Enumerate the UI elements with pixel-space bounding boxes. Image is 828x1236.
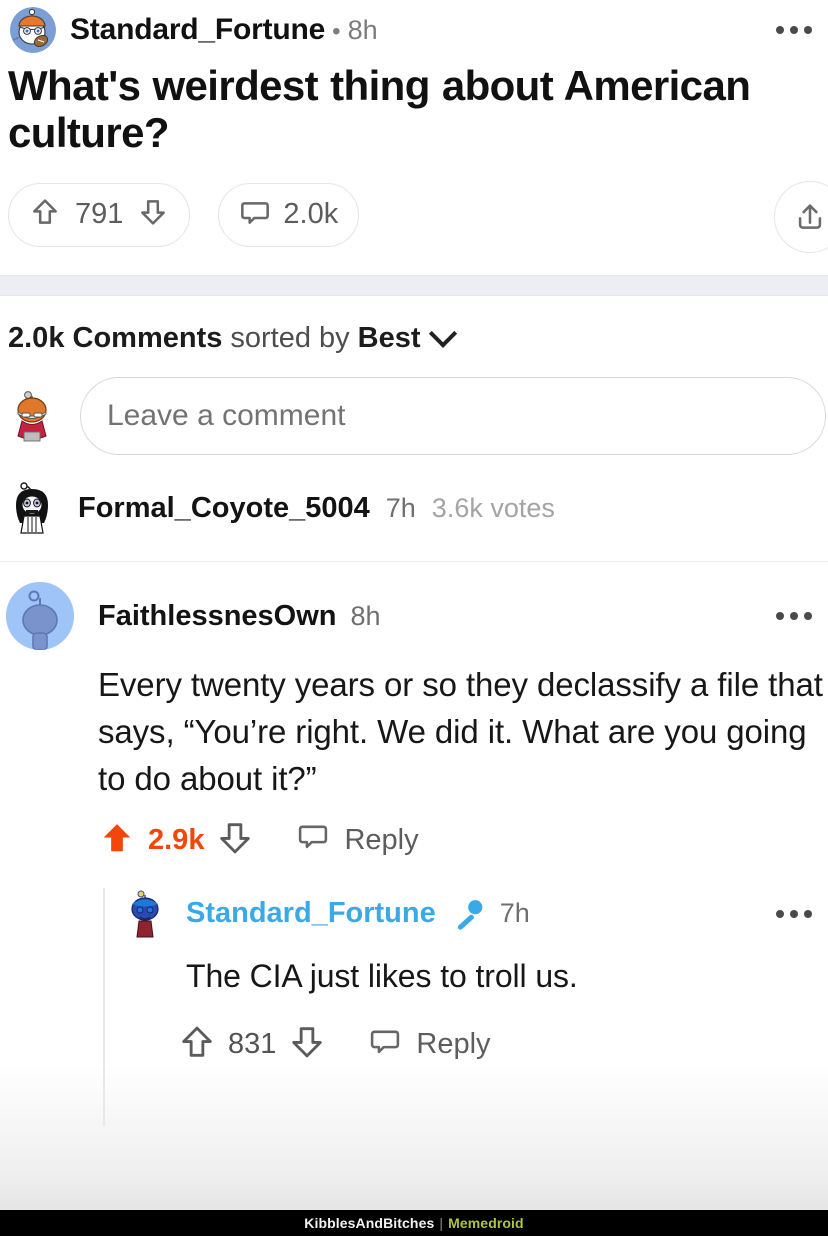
reddit-post-screen: Standard_Fortune • 8h What's weirdest th…	[0, 0, 828, 1236]
collapsed-comment-author[interactable]: Formal_Coyote_5004	[78, 492, 370, 525]
watermark-separator: |	[439, 1215, 444, 1231]
snoo-blue-hat-avatar[interactable]	[122, 888, 168, 940]
comments-sort-row: 2.0k Comments sorted by Best	[0, 296, 828, 355]
downvote-arrow-icon[interactable]	[288, 1023, 326, 1066]
reply-header: Standard_Fortune 7h	[122, 888, 828, 940]
reply-button[interactable]: Reply	[368, 1024, 491, 1066]
post-author-name[interactable]: Standard_Fortune	[70, 13, 325, 47]
microphone-op-icon	[452, 897, 486, 931]
comments-count-label: 2.0k Comments	[8, 321, 223, 354]
watermark-left: KibblesAndBitches	[304, 1215, 435, 1231]
bottom-fade-overlay	[0, 1064, 828, 1214]
watermark-bar: KibblesAndBitches | Memedroid	[0, 1210, 828, 1236]
reply-action-row: 831 Reply	[122, 999, 828, 1066]
more-options-icon[interactable]	[766, 900, 814, 928]
meta-separator: •	[332, 18, 341, 45]
reply-label: Reply	[344, 823, 419, 856]
snoo-default-blue-avatar[interactable]	[6, 582, 74, 651]
upvote-arrow-icon[interactable]	[29, 196, 61, 233]
section-divider-band	[0, 274, 828, 296]
reply-button[interactable]: Reply	[296, 819, 419, 861]
post-comment-count: 2.0k	[283, 198, 339, 231]
reply-bubble-icon	[368, 1024, 402, 1066]
comment-author[interactable]: FaithlessnesOwn	[98, 600, 337, 633]
post-title: What's weirdest thing about American cul…	[8, 62, 751, 157]
post-action-bar: 791 2.0k	[0, 157, 828, 253]
comment-thread: FaithlessnesOwn 8h Every twenty years or…	[0, 562, 828, 1127]
more-options-icon[interactable]	[766, 16, 814, 44]
reply-label: Reply	[416, 1028, 491, 1061]
reply-body: The CIA just likes to troll us.	[186, 957, 578, 994]
watermark-right: Memedroid	[448, 1215, 524, 1231]
post-timestamp: 8h	[347, 15, 378, 45]
comment-composer-row: Leave a comment	[0, 355, 828, 455]
sorted-by-label: sorted by	[230, 321, 350, 354]
reply-author[interactable]: Standard_Fortune	[186, 897, 436, 930]
upvote-arrow-icon[interactable]	[178, 1023, 216, 1066]
comment-bubble-icon	[239, 196, 271, 233]
downvote-arrow-icon[interactable]	[137, 196, 169, 233]
reply-score: 831	[228, 1028, 277, 1061]
collapsed-comment-timestamp: 7h	[385, 493, 416, 524]
post-author-line: Standard_Fortune • 8h	[70, 13, 766, 47]
more-options-icon[interactable]	[766, 602, 814, 630]
chevron-down-icon[interactable]	[428, 320, 457, 349]
comment-action-row: 2.9k Reply	[0, 803, 828, 862]
downvote-arrow-icon[interactable]	[216, 819, 254, 862]
sort-value[interactable]: Best	[358, 322, 421, 355]
nested-reply: Standard_Fortune 7h The CIA just likes t…	[0, 887, 828, 1127]
comment-body: Every twenty years or so they declassify…	[98, 666, 823, 798]
snoo-football-helmet-avatar[interactable]	[10, 7, 56, 53]
post-header: Standard_Fortune • 8h	[0, 0, 828, 53]
post-vote-pill: 791	[8, 182, 191, 247]
post-score: 791	[75, 198, 124, 231]
post-comment-pill[interactable]: 2.0k	[218, 182, 360, 247]
comment-score: 2.9k	[148, 823, 205, 856]
share-icon[interactable]	[774, 180, 828, 253]
snoo-dark-hair-avatar[interactable]	[6, 481, 58, 537]
reply-timestamp: 7h	[499, 898, 530, 929]
collapsed-comment-votes: 3.6k votes	[431, 493, 555, 524]
upvote-arrow-filled-icon[interactable]	[98, 819, 136, 862]
snoo-orange-hair-avatar[interactable]	[6, 388, 58, 444]
reply-bubble-icon	[296, 819, 330, 861]
comment-input[interactable]: Leave a comment	[80, 376, 826, 455]
comment-header: FaithlessnesOwn 8h	[0, 582, 828, 651]
collapsed-comment-row[interactable]: Formal_Coyote_5004 7h 3.6k votes	[0, 455, 828, 561]
comment-timestamp: 8h	[350, 600, 381, 631]
thread-line	[103, 887, 105, 1127]
collapsed-comment-meta: Formal_Coyote_5004 7h 3.6k votes	[78, 492, 555, 525]
comment-input-placeholder: Leave a comment	[107, 398, 346, 432]
